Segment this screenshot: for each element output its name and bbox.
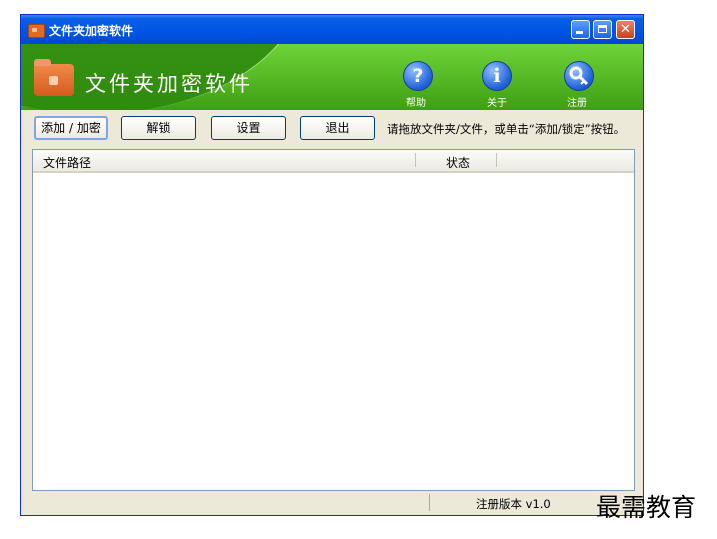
window-title: 文件夹加密软件 [49, 24, 134, 38]
maximize-button[interactable] [593, 20, 612, 39]
header-banner: 文件夹加密软件 ? 帮助 i 关于 注册 [21, 44, 643, 110]
toolbar: 添加 / 加密 解锁 设置 退出 请拖放文件夹/文件，或单击“添加/锁定”按钮。 [21, 110, 643, 150]
folder-icon [34, 59, 74, 96]
minimize-button[interactable] [571, 20, 590, 39]
exit-button[interactable]: 退出 [300, 116, 375, 140]
column-header-path[interactable]: 文件路径 [43, 154, 91, 171]
column-separator[interactable] [415, 153, 416, 167]
about-label[interactable]: 关于 [487, 94, 507, 109]
key-icon[interactable] [564, 61, 594, 91]
add-encrypt-button[interactable]: 添加 / 加密 [34, 116, 108, 140]
help-icon[interactable]: ? [403, 61, 433, 91]
file-list[interactable]: 文件路径 状态 [32, 149, 635, 491]
status-separator [429, 494, 430, 511]
drag-drop-hint: 请拖放文件夹/文件，或单击“添加/锁定”按钮。 [387, 122, 626, 136]
help-label[interactable]: 帮助 [406, 94, 426, 109]
watermark: 最需教育 [596, 493, 697, 522]
column-separator[interactable] [496, 153, 497, 167]
info-icon[interactable]: i [482, 61, 512, 91]
column-header-status[interactable]: 状态 [446, 154, 470, 171]
register-label[interactable]: 注册 [567, 94, 587, 109]
banner-title: 文件夹加密软件 [85, 72, 253, 96]
folder-app-icon [28, 24, 45, 38]
status-bar: 注册版本 v1.0 [21, 492, 643, 514]
close-button[interactable]: ✕ [616, 20, 635, 39]
unlock-button[interactable]: 解锁 [121, 116, 196, 140]
settings-button[interactable]: 设置 [211, 116, 286, 140]
version-text: 注册版本 v1.0 [476, 497, 551, 511]
app-window: 文件夹加密软件 ✕ 文件夹加密软件 ? 帮助 i 关于 注册 添加 / 加密 解… [20, 14, 644, 516]
list-header: 文件路径 状态 [33, 150, 634, 173]
title-bar[interactable]: 文件夹加密软件 ✕ [21, 15, 643, 44]
